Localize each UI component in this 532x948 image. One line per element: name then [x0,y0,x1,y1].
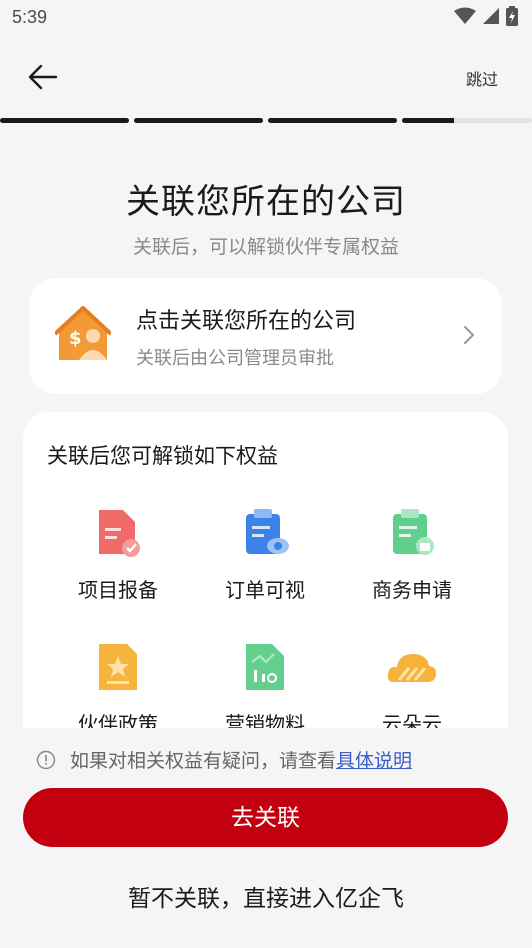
info-icon [36,750,56,769]
marketing-material-icon [246,644,284,690]
wifi-icon [454,7,476,24]
top-nav: 跳过 [0,48,532,104]
benefit-item-business-apply[interactable]: 商务申请 [337,506,487,603]
benefit-label: 云朵云 [382,712,442,728]
page-title: 关联您所在的公司 [126,182,406,222]
skip-button[interactable]: 跳过 [466,66,498,90]
benefit-item-cloud[interactable]: 云朵云 [337,640,487,728]
link-card-subtitle: 关联后由公司管理员审批 [136,348,334,369]
progress-fill [402,118,454,123]
benefit-item-project-report[interactable]: 项目报备 [43,506,193,603]
benefit-item-marketing-material[interactable]: 营销物料 [190,640,340,728]
progress-segment [402,118,532,123]
benefit-label: 伙伴政策 [78,712,158,728]
benefit-label: 项目报备 [78,578,158,602]
chevron-right-icon [464,326,474,344]
back-arrow-icon[interactable] [26,60,60,94]
battery-icon [506,6,518,26]
progress-segment [268,118,397,123]
progress-segment [134,118,263,123]
link-company-card[interactable]: $ 点击关联您所在的公司 关联后由公司管理员审批 [29,278,502,394]
business-apply-icon [393,509,434,555]
benefit-label: 营销物料 [225,712,305,728]
progress-fill [134,118,263,123]
link-company-button[interactable]: 去关联 [23,788,508,847]
status-icons [454,6,518,26]
company-house-icon: $ [55,306,111,360]
project-report-icon [99,510,140,557]
signal-icon [483,8,499,24]
benefit-label: 订单可视 [225,578,305,602]
benefits-heading: 关联后您可解锁如下权益 [47,444,278,468]
cloud-icon [387,654,437,682]
progress-fill [268,118,397,123]
benefits-panel: 关联后您可解锁如下权益 项目报备 订单可视 商务申请 伙伴政策 营销物料 云朵云 [23,412,508,728]
skip-link-button[interactable]: 暂不关联，直接进入亿企飞 [0,879,532,913]
progress-fill [0,118,129,123]
partner-policy-icon [99,644,137,690]
benefit-label: 商务申请 [372,578,452,602]
benefit-item-order-view[interactable]: 订单可视 [190,506,340,603]
page-subtitle: 关联后，可以解锁伙伴专属权益 [132,236,399,258]
status-bar: 5:39 [0,0,532,36]
benefit-item-partner-policy[interactable]: 伙伴政策 [43,640,193,728]
notice-text: 如果对相关权益有疑问，请查看 [70,750,337,772]
svg-text:$: $ [69,328,82,349]
progress-segment [0,118,129,123]
details-link[interactable]: 具体说明 [336,746,412,773]
step-progress [0,118,532,124]
notice: 如果对相关权益有疑问，请查看 具体说明 [36,746,412,773]
link-card-title: 点击关联您所在的公司 [136,309,357,334]
order-view-icon [246,509,289,554]
status-time: 5:39 [12,7,48,27]
